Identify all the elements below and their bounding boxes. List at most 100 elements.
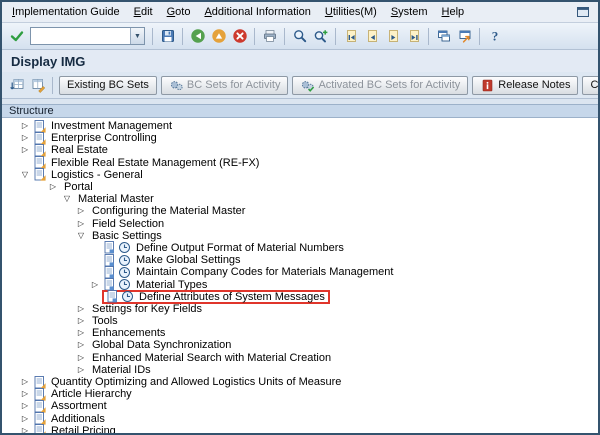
tree-entry: Real Estate — [32, 144, 108, 156]
back-icon[interactable] — [188, 27, 207, 46]
expand-arrow-icon[interactable]: ▷ — [74, 317, 88, 325]
expand-arrow-icon[interactable]: ▷ — [18, 378, 32, 386]
expand-arrow-icon[interactable]: ▷ — [18, 134, 32, 142]
tree-item-label[interactable]: Tools — [92, 315, 118, 327]
expand-arrow-icon[interactable]: ▷ — [88, 281, 102, 289]
img-activity-doc-icon[interactable] — [102, 241, 117, 254]
find-next-icon[interactable] — [311, 27, 330, 46]
tree-item-label[interactable]: Logistics - General — [51, 169, 143, 181]
expand-arrow-icon[interactable]: ▷ — [18, 122, 32, 130]
help-icon[interactable]: ? — [485, 27, 504, 46]
img-doc-icon[interactable] — [32, 412, 47, 425]
release-notes-button[interactable]: Release Notes — [472, 76, 578, 95]
tree-item-label[interactable]: Retail Pricing — [51, 425, 116, 433]
img-doc-icon[interactable] — [32, 120, 47, 133]
img-activity-icon[interactable] — [120, 290, 135, 303]
expand-arrow-icon[interactable]: ▷ — [74, 366, 88, 374]
expand-arrow-icon[interactable]: ▷ — [74, 305, 88, 313]
command-field-dropdown-icon[interactable]: ▼ — [130, 28, 144, 44]
menu-edit[interactable]: Edit — [127, 4, 160, 21]
expand-arrow-icon[interactable]: ▷ — [74, 329, 88, 337]
previous-page-icon[interactable] — [362, 27, 381, 46]
tree-item-label[interactable]: Material Types — [136, 279, 207, 291]
img-doc-icon[interactable] — [32, 144, 47, 157]
create-shortcut-icon[interactable] — [455, 27, 474, 46]
enter-icon[interactable] — [7, 27, 26, 46]
cancel-icon[interactable] — [230, 27, 249, 46]
tree-item-label[interactable]: Assortment — [51, 400, 107, 412]
collapse-arrow-icon[interactable]: ▽ — [18, 171, 32, 179]
img-activity-doc-icon[interactable] — [105, 290, 120, 303]
tree-entry: Additionals — [32, 413, 105, 425]
expand-arrow-icon[interactable]: ▷ — [74, 354, 88, 362]
menu-goto[interactable]: Goto — [160, 4, 198, 21]
find-icon[interactable] — [290, 27, 309, 46]
img-activity-icon[interactable] — [117, 254, 132, 267]
img-doc-icon[interactable] — [32, 424, 47, 433]
tree-item-label[interactable]: Article Hierarchy — [51, 388, 132, 400]
menu-utilities-m[interactable]: Utilities(M) — [318, 4, 384, 21]
tree-item-label[interactable]: Enhanced Material Search with Material C… — [92, 352, 331, 364]
expand-arrow-icon[interactable]: ▷ — [74, 207, 88, 215]
tree-item-label[interactable]: Make Global Settings — [136, 254, 241, 266]
print-icon[interactable] — [260, 27, 279, 46]
grid-down-arrow-icon[interactable] — [7, 76, 26, 95]
activated-bc-sets-for-activity-button[interactable]: Activated BC Sets for Activity — [292, 76, 468, 95]
img-doc-icon[interactable] — [32, 156, 47, 169]
tree-item-label[interactable]: Maintain Company Codes for Materials Man… — [136, 266, 393, 278]
tree-item-label[interactable]: Investment Management — [51, 120, 172, 132]
img-doc-icon[interactable] — [32, 388, 47, 401]
img-activity-icon[interactable] — [117, 266, 132, 279]
tree-entry: Settings for Key Fields — [88, 303, 202, 315]
img-doc-icon[interactable] — [32, 376, 47, 389]
expand-arrow-icon[interactable]: ▷ — [18, 146, 32, 154]
save-icon[interactable] — [158, 27, 177, 46]
command-field[interactable] — [31, 29, 130, 44]
tree-item-label[interactable]: Quantity Optimizing and Allowed Logistic… — [51, 376, 341, 388]
expand-arrow-icon[interactable]: ▷ — [74, 341, 88, 349]
tree-item-label[interactable]: Define Attributes of System Messages — [139, 291, 325, 303]
tree-item-label[interactable]: Portal — [64, 181, 93, 193]
expand-arrow-icon[interactable]: ▷ — [18, 415, 32, 423]
new-session-icon[interactable] — [434, 27, 453, 46]
expand-arrow-icon[interactable]: ▷ — [74, 220, 88, 228]
tree-item-label[interactable]: Basic Settings — [92, 230, 162, 242]
tree-item-label[interactable]: Material Master — [78, 193, 154, 205]
expand-arrow-icon[interactable]: ▷ — [18, 402, 32, 410]
tree-item-label[interactable]: Real Estate — [51, 144, 108, 156]
tree-item-label[interactable]: Material IDs — [92, 364, 151, 376]
menu-system[interactable]: System — [384, 4, 435, 21]
tree-item-label[interactable]: Additionals — [51, 413, 105, 425]
img-doc-icon[interactable] — [32, 400, 47, 413]
tree-item-label[interactable]: Field Selection — [92, 218, 164, 230]
tree-item-label[interactable]: Flexible Real Estate Management (RE-FX) — [51, 157, 259, 169]
bc-sets-for-activity-button[interactable]: BC Sets for Activity — [161, 76, 289, 95]
tree-item-label[interactable]: Configuring the Material Master — [92, 205, 245, 217]
change-log-button[interactable]: Change Log — [582, 76, 600, 95]
img-doc-icon[interactable] — [32, 168, 47, 181]
img-doc-icon[interactable] — [32, 132, 47, 145]
last-page-icon[interactable] — [404, 27, 423, 46]
tree-entry: Maintain Company Codes for Materials Man… — [102, 266, 393, 278]
collapse-arrow-icon[interactable]: ▽ — [74, 232, 88, 240]
img-activity-doc-icon[interactable] — [102, 254, 117, 267]
next-page-icon[interactable] — [383, 27, 402, 46]
existing-bc-sets-button[interactable]: Existing BC Sets — [59, 76, 157, 95]
tree-item-label[interactable]: Enhancements — [92, 327, 165, 339]
tree-item-label[interactable]: Enterprise Controlling — [51, 132, 157, 144]
exit-icon[interactable] — [209, 27, 228, 46]
expand-arrow-icon[interactable]: ▷ — [46, 183, 60, 191]
expand-arrow-icon[interactable]: ▷ — [18, 427, 32, 433]
tree-item-label[interactable]: Define Output Format of Material Numbers — [136, 242, 344, 254]
menu-help[interactable]: Help — [435, 4, 472, 21]
menu-implementation-guide[interactable]: Implementation Guide — [5, 4, 127, 21]
img-activity-icon[interactable] — [117, 241, 132, 254]
tree-item-label[interactable]: Settings for Key Fields — [92, 303, 202, 315]
menu-additional-information[interactable]: Additional Information — [197, 4, 317, 21]
collapse-arrow-icon[interactable]: ▽ — [60, 195, 74, 203]
grid-pencil-icon[interactable] — [28, 76, 47, 95]
tree-item-label[interactable]: Global Data Synchronization — [92, 339, 231, 351]
first-page-icon[interactable] — [341, 27, 360, 46]
img-activity-doc-icon[interactable] — [102, 266, 117, 279]
expand-arrow-icon[interactable]: ▷ — [18, 390, 32, 398]
